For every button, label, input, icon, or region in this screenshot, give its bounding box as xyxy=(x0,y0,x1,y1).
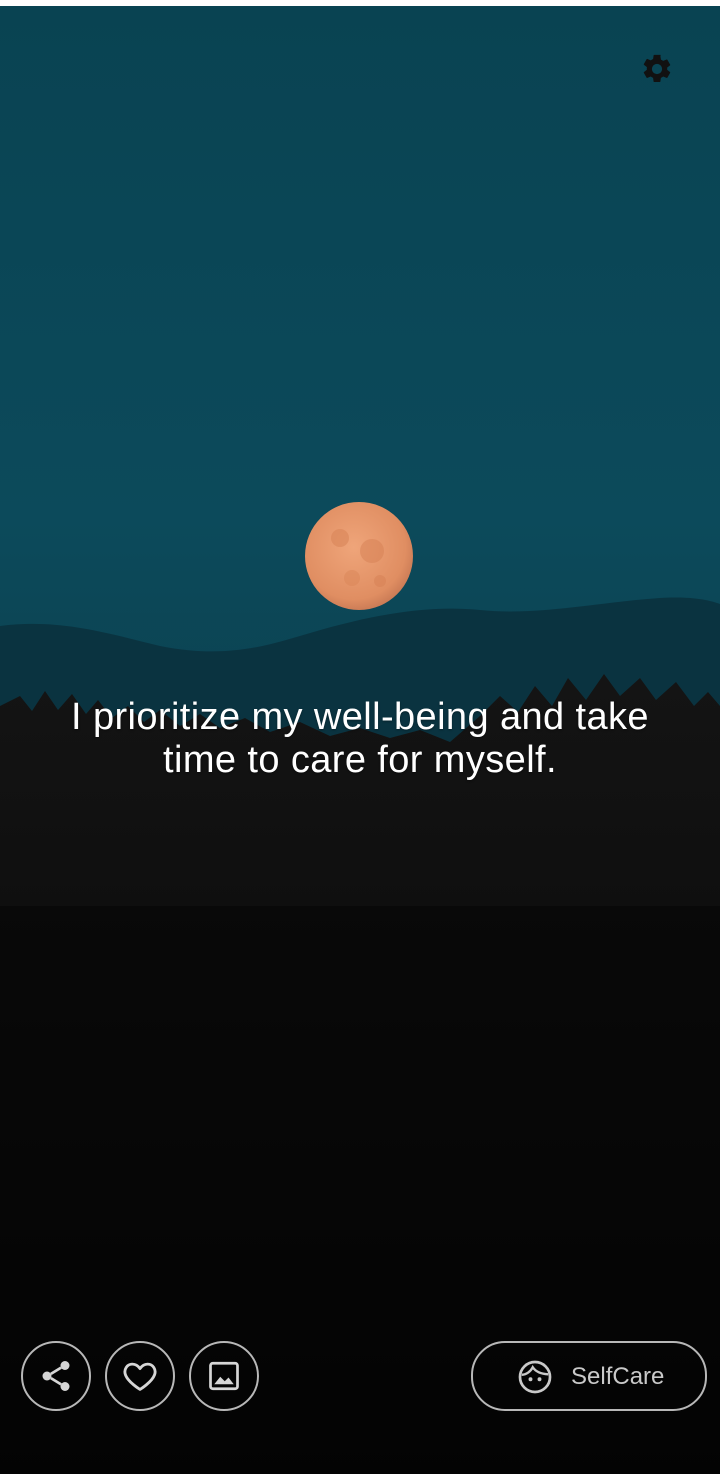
app-screen: I prioritize my well-being and take time… xyxy=(0,0,720,1474)
category-button[interactable]: SelfCare xyxy=(471,1341,707,1411)
moon xyxy=(305,502,413,610)
face-icon xyxy=(517,1359,553,1395)
image-icon xyxy=(209,1361,239,1391)
category-label: SelfCare xyxy=(571,1363,665,1390)
gear-icon xyxy=(643,54,671,83)
heart-icon xyxy=(123,1362,157,1391)
settings-button[interactable] xyxy=(634,46,680,92)
change-background-button[interactable] xyxy=(189,1341,259,1411)
affirmation-text: I prioritize my well-being and take time… xyxy=(71,696,649,781)
share-icon xyxy=(42,1361,70,1391)
share-button[interactable] xyxy=(21,1341,91,1411)
favorite-button[interactable] xyxy=(105,1341,175,1411)
